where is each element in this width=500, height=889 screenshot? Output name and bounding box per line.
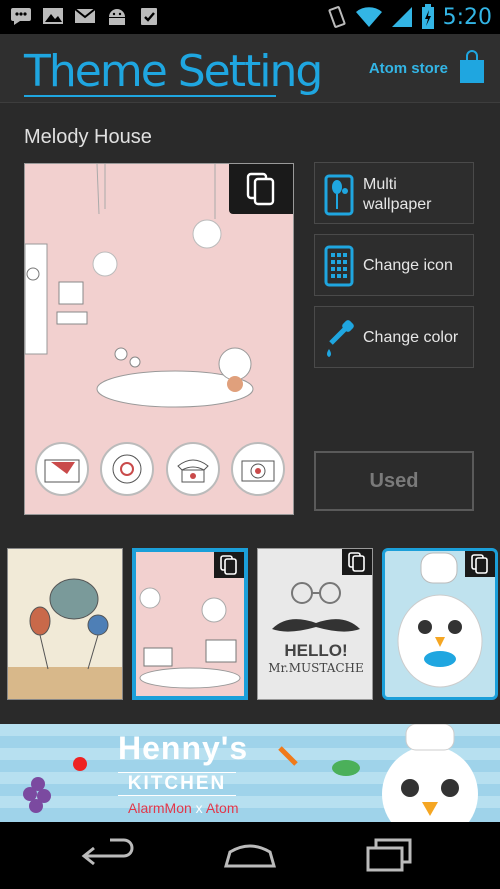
battery-icon <box>421 4 434 29</box>
notification-icons <box>10 6 160 26</box>
gmail-icon <box>74 8 96 23</box>
thumbnail-badge <box>465 551 495 577</box>
home-icon[interactable] <box>220 836 280 874</box>
change-icon-button[interactable]: Change icon <box>314 234 474 296</box>
change-icon-label: Change icon <box>363 257 453 274</box>
app-header: Theme Setting Atom store <box>0 34 500 103</box>
mustache-text-1: HELLO! <box>284 641 348 660</box>
theme-preview[interactable] <box>24 163 294 515</box>
multi-wallpaper-icon <box>324 174 354 216</box>
vibrate-icon <box>328 6 346 28</box>
theme-thumbnail-chicken-chef[interactable] <box>382 548 498 700</box>
banner-partners: AlarmMon x Atom <box>128 800 239 816</box>
theme-thumbnail-balloon-fish[interactable] <box>7 548 123 700</box>
change-color-button[interactable]: Change color <box>314 306 474 368</box>
eyedropper-icon <box>327 320 354 357</box>
status-bar: 5:20 <box>0 0 500 34</box>
balloon-fish-illustration <box>8 578 122 699</box>
envelope-icon <box>35 442 89 496</box>
camera-lens-icon <box>100 442 155 496</box>
title-underline <box>24 95 276 97</box>
banner-background <box>0 724 500 822</box>
mustache-text-2: Mr.MUSTACHE <box>268 661 364 675</box>
copy-pages-icon <box>220 555 237 575</box>
clipboard-check-icon <box>141 8 157 25</box>
grid-phone-icon <box>324 245 354 287</box>
used-button[interactable]: Used <box>314 451 474 511</box>
theme-thumbnail-melody-house[interactable] <box>132 548 248 700</box>
copy-pages-icon <box>471 554 488 574</box>
theme-name: Melody House <box>24 126 152 148</box>
system-icons: 5:20 <box>327 4 492 30</box>
telephone-icon <box>165 442 220 496</box>
partner-separator: x <box>191 800 206 816</box>
copy-pages-icon <box>246 172 275 206</box>
image-icon <box>43 8 63 24</box>
multi-wallpaper-label: Multi wallpaper <box>363 176 432 213</box>
shopping-bag-icon[interactable] <box>458 50 486 84</box>
partner-alarmmon: AlarmMon <box>128 800 192 816</box>
android-icon <box>109 9 125 25</box>
navigation-bar <box>0 822 500 889</box>
multi-wallpaper-button[interactable]: Multi wallpaper <box>314 162 474 224</box>
change-color-label: Change color <box>363 329 459 346</box>
signal-icon <box>391 7 412 27</box>
promo-banner[interactable]: Henny's KITCHEN AlarmMon x Atom <box>0 724 500 822</box>
theme-thumbnail-mustache[interactable]: HELLO! Mr.MUSTACHE <box>257 548 373 700</box>
atom-store-link[interactable]: Atom store <box>369 60 448 77</box>
page-title: Theme Setting <box>24 46 323 97</box>
multi-wallpaper-badge <box>229 164 293 214</box>
thumbnail-badge <box>214 552 244 578</box>
copy-pages-icon <box>348 552 365 572</box>
recent-apps-icon[interactable] <box>360 836 420 874</box>
clock: 5:20 <box>442 4 492 30</box>
thumbnail-badge <box>342 549 372 575</box>
banner-subtitle: KITCHEN <box>118 772 236 796</box>
camera-icon <box>230 442 285 496</box>
wifi-icon <box>355 7 382 27</box>
chat-icon <box>11 8 31 25</box>
partner-atom: Atom <box>205 800 239 816</box>
preview-dock <box>35 442 285 498</box>
theme-thumbnail-list: HELLO! Mr.MUSTACHE <box>0 548 500 704</box>
back-icon[interactable] <box>80 836 140 874</box>
banner-title: Henny's <box>118 730 249 766</box>
